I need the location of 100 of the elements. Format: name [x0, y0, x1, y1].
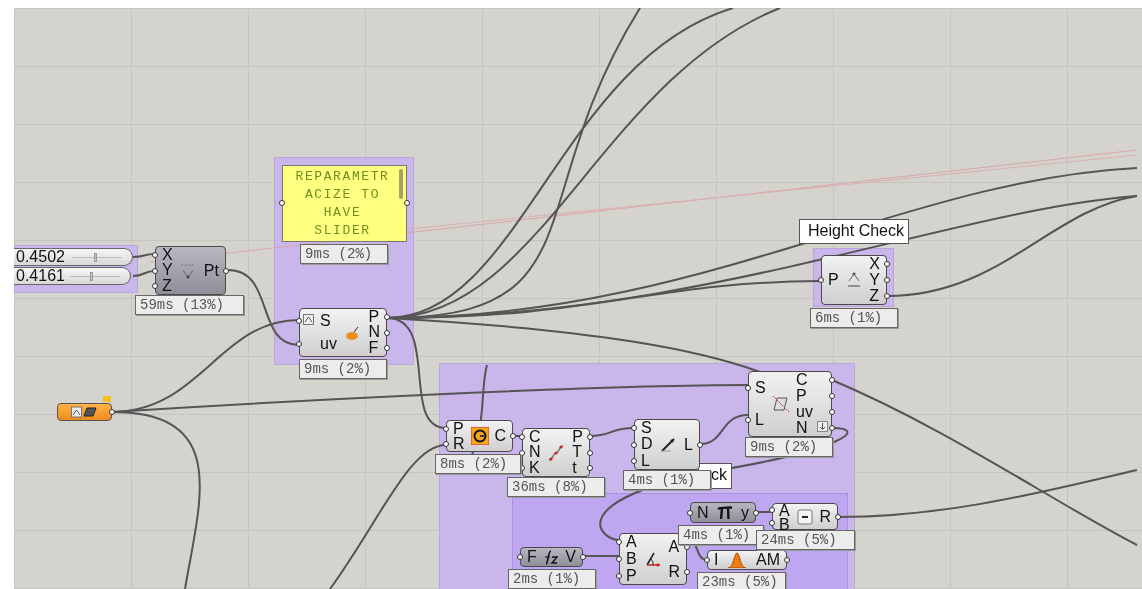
output-label: uv: [796, 405, 813, 419]
surface-parameter[interactable]: [57, 403, 112, 421]
function-icon: [543, 549, 560, 565]
input-port[interactable]: [616, 572, 622, 579]
input-port[interactable]: [152, 267, 158, 274]
timing-label: 2ms (1%): [508, 569, 596, 589]
input-port[interactable]: [152, 251, 158, 258]
output-port[interactable]: [587, 465, 593, 472]
input-port[interactable]: [519, 465, 525, 472]
output-port[interactable]: [510, 433, 516, 439]
input-label: B: [779, 518, 790, 532]
output-port[interactable]: [384, 345, 390, 352]
component-node[interactable]: A B R: [772, 503, 838, 530]
input-label: S: [755, 381, 766, 395]
component-node[interactable]: X Y Z Pt: [155, 246, 226, 295]
component-node[interactable]: P X Y Z: [821, 255, 887, 305]
circle-icon: [470, 427, 489, 445]
input-port[interactable]: [152, 283, 158, 290]
timing-label: 8ms (2%): [435, 454, 521, 474]
dome-icon: [344, 324, 361, 341]
input-label: C: [529, 429, 541, 444]
input-port[interactable]: [517, 554, 523, 560]
output-port[interactable]: [835, 513, 841, 520]
input-port[interactable]: [616, 556, 622, 562]
output-port[interactable]: [829, 393, 835, 399]
input-label: I: [714, 553, 719, 567]
output-label: R: [668, 564, 680, 579]
panel-note[interactable]: REPARAMETRACIZE TO HAVE SLIDER: [282, 165, 407, 242]
component-node[interactable]: S D L L: [634, 419, 700, 470]
output-port[interactable]: [884, 277, 890, 283]
output-label: R: [819, 509, 831, 524]
component-node[interactable]: S L C P uv N: [748, 371, 832, 437]
output-port[interactable]: [684, 543, 690, 550]
output-port[interactable]: [684, 568, 690, 575]
output-port[interactable]: [587, 449, 593, 456]
input-port[interactable]: [296, 317, 302, 324]
output-port[interactable]: [884, 293, 890, 299]
output-label: AM: [756, 553, 780, 567]
component-node[interactable]: C N K P T t: [522, 428, 590, 477]
output-port[interactable]: [223, 267, 229, 274]
input-port[interactable]: [818, 277, 824, 283]
component-node[interactable]: P R C: [446, 420, 513, 452]
output-label: C: [796, 373, 808, 387]
dropdown-icon: [817, 421, 828, 432]
input-port[interactable]: [519, 449, 525, 456]
input-port[interactable]: [443, 440, 449, 447]
input-port[interactable]: [745, 385, 751, 391]
number-slider[interactable]: 0.4161: [14, 267, 131, 285]
slider-thumb[interactable]: [90, 271, 93, 281]
input-label: uv: [320, 337, 337, 352]
input-port[interactable]: [631, 425, 637, 432]
input-label: Y: [162, 263, 173, 278]
input-label: P: [828, 273, 839, 287]
output-port[interactable]: [697, 441, 703, 448]
output-port[interactable]: [829, 425, 835, 431]
output-port[interactable]: [384, 313, 390, 320]
component-node[interactable]: F V: [520, 547, 583, 567]
output-port[interactable]: [753, 509, 759, 516]
input-label: Z: [162, 279, 172, 294]
slider-thumb[interactable]: [93, 252, 97, 262]
output-port[interactable]: [404, 200, 410, 206]
input-label: N: [697, 505, 709, 520]
component-node[interactable]: S uv P N F: [299, 308, 387, 357]
flag-icon: [103, 396, 111, 402]
output-port[interactable]: [587, 433, 593, 440]
input-port[interactable]: [296, 341, 302, 348]
output-port[interactable]: [384, 329, 390, 336]
input-label: P: [626, 568, 637, 583]
input-label: R: [453, 436, 465, 451]
output-label: P: [368, 309, 380, 324]
input-port[interactable]: [704, 557, 710, 563]
input-port[interactable]: [443, 425, 449, 432]
input-port[interactable]: [519, 433, 525, 440]
input-port[interactable]: [745, 417, 751, 423]
output-label: t: [572, 461, 577, 476]
input-port[interactable]: [631, 441, 637, 448]
surface-line-icon: [770, 394, 791, 414]
output-label: F: [368, 341, 379, 356]
bell-curve-icon: [727, 552, 748, 568]
output-label: X: [869, 257, 880, 271]
timing-label: 9ms (2%): [299, 359, 387, 379]
input-label: S: [320, 313, 331, 328]
output-port[interactable]: [829, 409, 835, 415]
output-port[interactable]: [580, 554, 586, 560]
timing-label: 36ms (8%): [507, 477, 605, 497]
output-port[interactable]: [109, 409, 115, 415]
slider-value: 0.4161: [16, 268, 65, 284]
output-port[interactable]: [884, 261, 890, 267]
input-label: B: [626, 552, 637, 566]
output-port[interactable]: [784, 557, 790, 563]
input-port[interactable]: [687, 509, 693, 516]
output-port[interactable]: [829, 377, 835, 383]
number-slider[interactable]: 0.4502: [14, 248, 133, 266]
input-port[interactable]: [631, 457, 637, 464]
component-node[interactable]: I AM: [707, 550, 787, 570]
input-port[interactable]: [616, 539, 622, 546]
timing-label: 6ms (1%): [810, 308, 898, 328]
component-node[interactable]: N y: [690, 502, 756, 523]
surface-icon: [70, 406, 99, 418]
input-port[interactable]: [279, 200, 285, 206]
